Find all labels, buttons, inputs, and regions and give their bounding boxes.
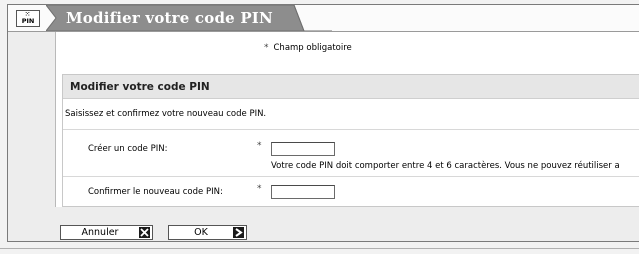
create-pin-required-star: * <box>257 141 262 151</box>
ok-button-label: OK <box>194 227 208 238</box>
section-header: Modifier votre code PIN <box>63 75 639 99</box>
row-divider <box>63 129 639 130</box>
title-tab: Modifier votre code PIN <box>46 5 332 31</box>
required-star: * <box>264 43 269 53</box>
row-divider <box>63 176 639 177</box>
pin-keypad-icon: ⁙ PIN <box>16 10 40 27</box>
section-title: Modifier votre code PIN <box>70 81 210 93</box>
create-pin-label: Créer un code PIN: <box>88 144 168 154</box>
cancel-button-label: Annuler <box>81 227 119 238</box>
dialog-frame: ⁙ PIN Modifier votre code PIN * Champ obl… <box>7 4 639 242</box>
close-x-icon <box>139 227 150 238</box>
pin-hint-text: Votre code PIN doit comporter entre 4 et… <box>271 161 620 171</box>
confirm-pin-required-star: * <box>257 184 262 194</box>
ok-button[interactable]: OK <box>168 225 247 240</box>
confirm-pin-label: Confirmer le nouveau code PIN: <box>88 187 223 197</box>
required-note-text: Champ obligatoire <box>273 43 352 53</box>
confirm-pin-input[interactable] <box>271 185 335 199</box>
create-pin-input[interactable] <box>271 142 335 156</box>
page-title: Modifier votre code PIN <box>66 9 273 27</box>
pin-icon-text: PIN <box>21 17 35 25</box>
content-panel: * Champ obligatoire Modifier votre code P… <box>55 32 639 207</box>
intro-text: Saisissez et confirmez votre nouveau cod… <box>65 109 267 119</box>
cancel-button[interactable]: Annuler <box>60 225 153 240</box>
form-section: Modifier votre code PIN Saisissez et con… <box>62 74 639 207</box>
bottom-divider <box>0 248 639 249</box>
arrow-right-icon <box>233 227 244 238</box>
required-note: * Champ obligatoire <box>264 43 352 53</box>
header-bar: ⁙ PIN Modifier votre code PIN <box>8 5 639 32</box>
